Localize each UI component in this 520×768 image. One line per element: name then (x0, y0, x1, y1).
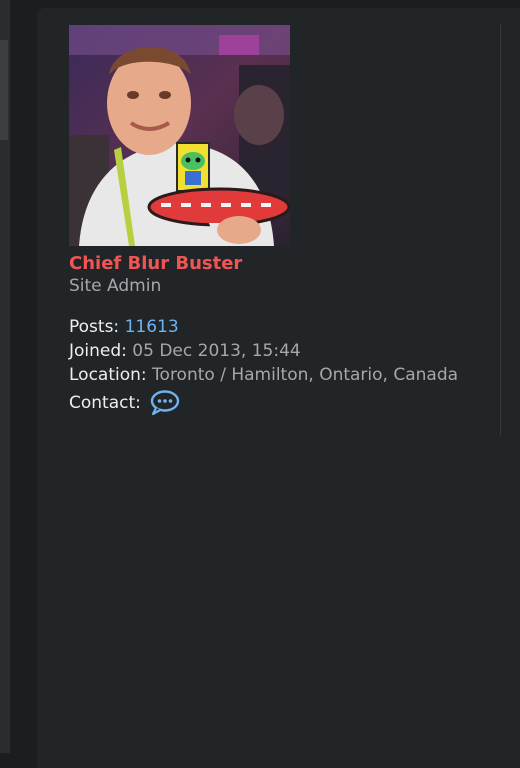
profile-divider (500, 24, 501, 436)
user-avatar[interactable] (69, 25, 290, 246)
username[interactable]: Chief Blur Buster (69, 253, 242, 274)
user-rank: Site Admin (69, 276, 162, 296)
contact-row: Contact: (69, 390, 469, 416)
joined-label: Joined: (69, 341, 127, 361)
posts-label: Posts: (69, 317, 120, 337)
posts-row: Posts: 11613 (69, 316, 469, 339)
contact-label: Contact: (69, 392, 141, 413)
location-row: Location: Toronto / Hamilton, Ontario, C… (69, 364, 469, 387)
joined-row: Joined: 05 Dec 2013, 15:44 (69, 340, 469, 363)
location-label: Location: (69, 365, 147, 385)
background-page-edge (0, 0, 10, 753)
location-value: Toronto / Hamilton, Ontario, Canada (152, 365, 459, 385)
posts-count-link[interactable]: 11613 (125, 317, 179, 337)
profile-details: Posts: 11613 Joined: 05 Dec 2013, 15:44 … (69, 316, 469, 417)
joined-value: 05 Dec 2013, 15:44 (132, 341, 301, 361)
chat-bubble-icon[interactable] (150, 390, 180, 416)
